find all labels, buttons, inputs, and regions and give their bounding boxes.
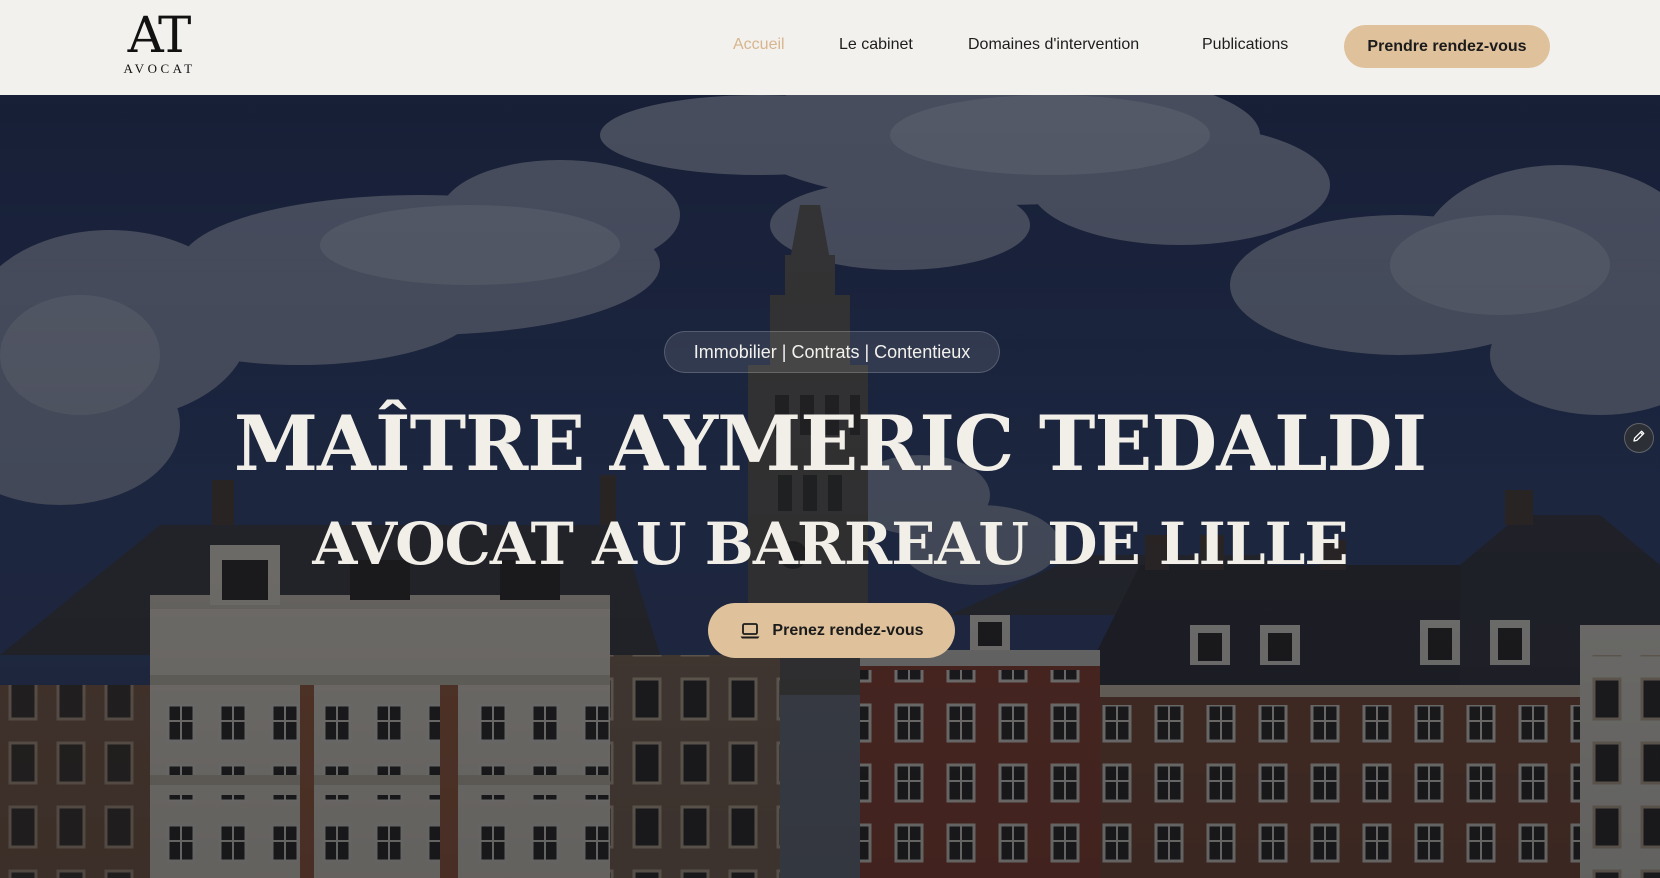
practice-areas-tagline: Immobilier | Contrats | Contentieux xyxy=(664,331,1000,373)
site-header: AT AVOCAT Accueil Le cabinet Domaines d'… xyxy=(0,0,1660,95)
nav-link-domaines[interactable]: Domaines d'intervention xyxy=(968,36,1139,54)
hero-appointment-button[interactable]: Prenez rendez-vous xyxy=(708,603,955,658)
edit-button[interactable] xyxy=(1624,423,1654,453)
hero-title: MAÎTRE AYMERIC TEDALDI xyxy=(233,399,1427,488)
nav-link-publications[interactable]: Publications xyxy=(1202,36,1288,54)
nav-link-accueil[interactable]: Accueil xyxy=(733,36,785,54)
hero-section: Immobilier | Contrats | Contentieux MAÎT… xyxy=(0,95,1660,878)
pencil-icon xyxy=(1632,429,1646,448)
header-appointment-button[interactable]: Prendre rendez-vous xyxy=(1344,25,1550,68)
hero-subtitle: AVOCAT AU BARREAU DE LILLE xyxy=(312,510,1348,578)
hero-appointment-label: Prenez rendez-vous xyxy=(772,621,924,639)
laptop-icon xyxy=(739,622,761,640)
nav-link-le-cabinet[interactable]: Le cabinet xyxy=(839,36,913,54)
